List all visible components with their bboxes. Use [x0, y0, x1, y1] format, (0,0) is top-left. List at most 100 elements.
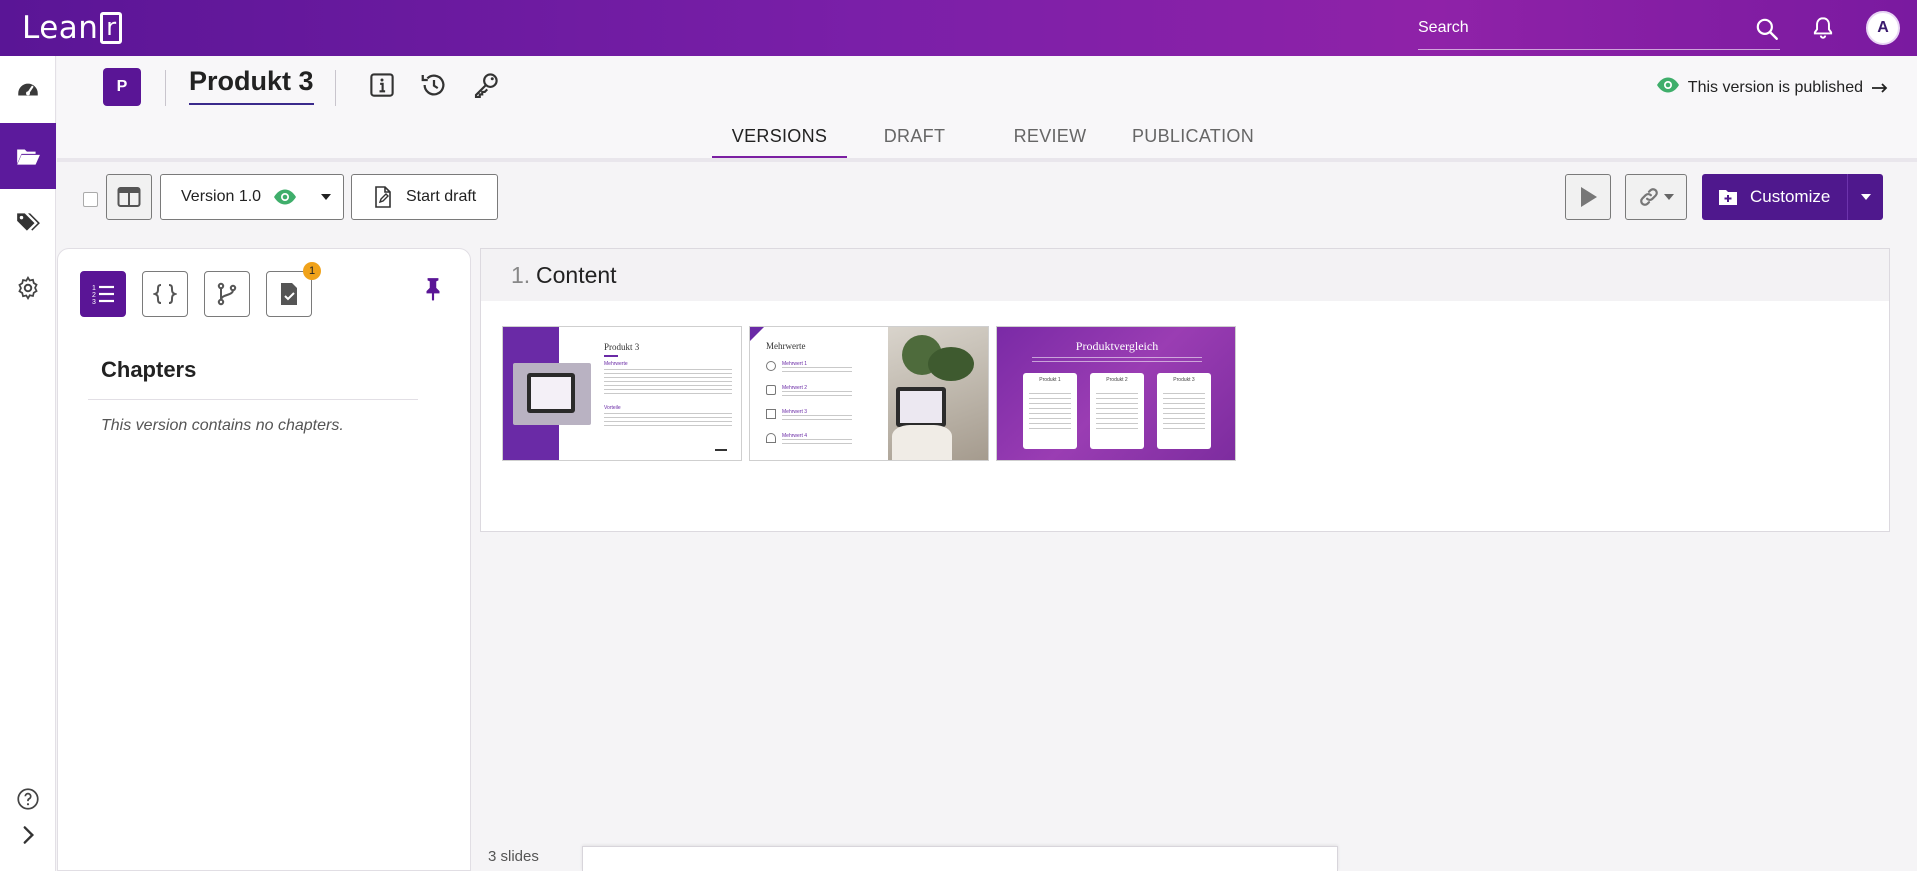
- slide-column-title: Produkt 2: [1106, 377, 1128, 383]
- search-input[interactable]: [1418, 14, 1738, 42]
- notification-badge: 1: [303, 262, 321, 280]
- bell-icon[interactable]: [1810, 14, 1836, 42]
- nav-expand[interactable]: [0, 802, 56, 868]
- nav-settings[interactable]: [0, 255, 56, 321]
- version-label: Version 1.0: [181, 188, 262, 205]
- play-button[interactable]: [1565, 174, 1611, 220]
- chevron-down-icon: [1860, 194, 1871, 200]
- nav-folders[interactable]: [0, 123, 56, 189]
- slide-title: Mehrwerte: [766, 341, 806, 351]
- curly-braces-icon: [153, 284, 177, 304]
- numbered-list-icon: 123: [92, 285, 114, 305]
- content-section: 1. Content Produkt 3 Mehrwerte Vorteile …: [480, 248, 1890, 532]
- eye-icon: [274, 189, 297, 205]
- arrow-right-icon: [1872, 82, 1888, 93]
- history-icon[interactable]: [419, 70, 449, 100]
- chapters-list-button[interactable]: 123: [80, 271, 126, 317]
- slide-thumbnail[interactable]: Produktvergleich Produkt 1 Produkt 2 Pro…: [996, 326, 1236, 461]
- play-icon: [1581, 187, 1597, 207]
- tab-versions[interactable]: VERSIONS: [712, 112, 847, 160]
- customize-dropdown-toggle[interactable]: [1847, 174, 1883, 220]
- slide-tablet-image: [513, 363, 591, 425]
- start-draft-button[interactable]: Start draft: [351, 174, 498, 220]
- svg-text:3: 3: [92, 299, 96, 305]
- section-header: 1. Content: [481, 249, 1889, 301]
- tab-bar: VERSIONS DRAFT REVIEW PUBLICATION: [712, 112, 1268, 160]
- share-link-button[interactable]: [1625, 174, 1687, 220]
- user-avatar[interactable]: A: [1866, 11, 1900, 45]
- slide-body-text: [1032, 357, 1202, 365]
- tasks-button[interactable]: 1: [266, 262, 321, 317]
- branches-button[interactable]: [204, 271, 250, 317]
- slide-corner-accent: [750, 327, 764, 341]
- empty-state-message: This version contains no chapters.: [101, 417, 344, 434]
- section-title: Content: [536, 262, 617, 288]
- slide-column-card: Produkt 1: [1023, 373, 1077, 449]
- customize-button[interactable]: Customize: [1702, 174, 1883, 220]
- slides-count: 3 slides: [488, 848, 539, 865]
- slide-thumbnail[interactable]: Mehrwerte Mehrwert 1 Mehrwert 2 Mehrwert…: [749, 326, 989, 461]
- dashboard-icon: [18, 83, 38, 96]
- customize-label: Customize: [1750, 187, 1831, 206]
- logo-text: Lean: [22, 10, 99, 46]
- slide-column-card: Produkt 2: [1090, 373, 1144, 449]
- nav-tags[interactable]: [0, 189, 56, 255]
- layout-toggle-button[interactable]: [106, 174, 152, 220]
- slide-list: Mehrwert 1 Mehrwert 2 Mehrwert 3 Mehrwer…: [766, 361, 852, 457]
- slide-thumbnail[interactable]: Produkt 3 Mehrwerte Vorteile: [502, 326, 742, 461]
- published-status[interactable]: This version is published: [1656, 76, 1889, 99]
- tab-draft[interactable]: DRAFT: [847, 112, 982, 160]
- left-nav-rail: [0, 56, 56, 871]
- version-toolbar: Version 1.0 Start draft Customize: [57, 162, 1917, 228]
- gear-icon: [18, 276, 38, 300]
- slide-body-text: [604, 413, 732, 429]
- published-text: This version is published: [1687, 78, 1863, 96]
- slide-subheading: Vorteile: [604, 405, 621, 411]
- version-select[interactable]: Version 1.0: [160, 174, 344, 220]
- slide-column-title: Produkt 1: [1039, 377, 1061, 383]
- info-icon[interactable]: [367, 70, 397, 100]
- slide-title: Produkt 3: [604, 342, 640, 352]
- top-bar: Leanr A: [0, 0, 1917, 56]
- chevron-down-icon: [321, 194, 331, 200]
- pin-icon[interactable]: [420, 275, 446, 303]
- chapters-panel: 123 1 Chapters This version contains no …: [57, 248, 471, 871]
- leanr-logo[interactable]: Lean r: [22, 10, 123, 46]
- tab-review[interactable]: REVIEW: [982, 112, 1118, 160]
- slide-footer-mark: [715, 449, 727, 451]
- edit-document-icon: [375, 186, 391, 208]
- key-icon[interactable]: [471, 70, 501, 100]
- split-view-icon: [117, 187, 141, 207]
- slide-underline: [604, 355, 618, 357]
- folder-open-icon: [17, 149, 40, 165]
- divider: [88, 399, 418, 400]
- project-header: P Produkt 3 This version is published VE…: [57, 56, 1917, 160]
- svg-text:2: 2: [92, 292, 96, 299]
- slide-subheading: Mehrwerte: [604, 361, 628, 367]
- select-all-checkbox[interactable]: [83, 192, 98, 207]
- search-icon[interactable]: [1754, 16, 1780, 42]
- svg-text:1: 1: [92, 285, 96, 292]
- slide-photo: [888, 327, 988, 460]
- chapters-heading: Chapters: [101, 357, 197, 382]
- eye-icon: [1656, 76, 1680, 99]
- bottom-drawer-handle[interactable]: [582, 846, 1338, 871]
- folder-plus-icon: [1719, 190, 1737, 205]
- slide-column-title: Produkt 3: [1173, 377, 1195, 383]
- document-check-icon: [281, 283, 297, 305]
- slide-body-text: [604, 369, 732, 395]
- slide-title: Produktvergleich: [1075, 339, 1159, 353]
- start-draft-label: Start draft: [406, 188, 477, 205]
- search-bar: [1418, 14, 1780, 50]
- tab-publication[interactable]: PUBLICATION: [1118, 112, 1268, 160]
- section-number: 1.: [511, 262, 531, 288]
- divider: [165, 70, 166, 106]
- tags-icon: [17, 213, 40, 231]
- variables-button[interactable]: [142, 271, 188, 317]
- logo-r-box: r: [100, 12, 123, 44]
- project-title[interactable]: Produkt 3: [189, 66, 314, 105]
- nav-dashboard[interactable]: [0, 56, 56, 122]
- chevron-right-icon: [23, 826, 35, 844]
- slide-column-card: Produkt 3: [1157, 373, 1211, 449]
- divider: [335, 70, 336, 106]
